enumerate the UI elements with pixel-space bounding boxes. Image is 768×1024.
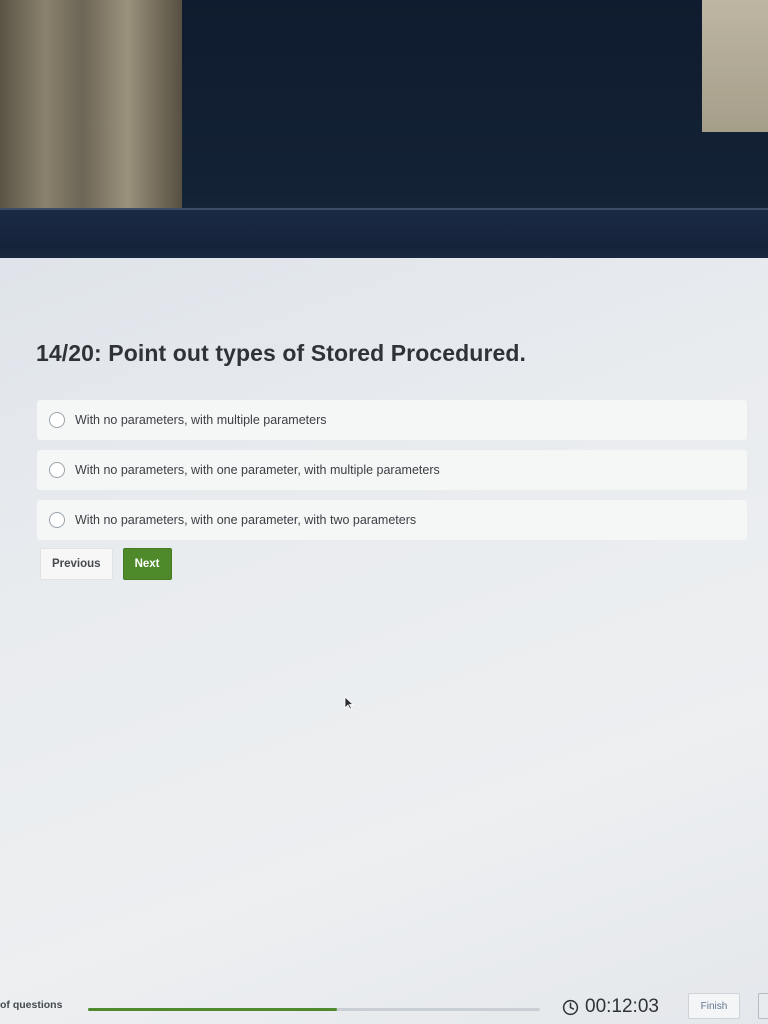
radio-unchecked-icon[interactable]	[49, 462, 65, 478]
answer-option-2[interactable]: With no parameters, with one parameter, …	[37, 450, 747, 490]
answer-option-1[interactable]: With no parameters, with multiple parame…	[37, 400, 747, 440]
background-curtain	[0, 0, 182, 212]
answer-options: With no parameters, with multiple parame…	[37, 400, 747, 550]
next-button[interactable]: Next	[122, 548, 172, 580]
answer-option-3[interactable]: With no parameters, with one parameter, …	[37, 500, 747, 540]
timer-value: 00:12:03	[585, 996, 659, 1017]
photo-background	[0, 0, 768, 270]
questions-progress-label: of questions	[0, 999, 63, 1011]
questions-progress-fill	[88, 1008, 337, 1011]
edge-control-button[interactable]	[758, 993, 768, 1019]
answer-option-label: With no parameters, with one parameter, …	[75, 513, 417, 527]
previous-button[interactable]: Previous	[40, 548, 113, 580]
background-wall-panel	[702, 0, 768, 132]
radio-unchecked-icon[interactable]	[49, 412, 65, 428]
questions-progress-bar	[88, 1008, 540, 1011]
quiz-footer: of questions 00:12:03 Finish	[0, 988, 768, 1024]
quiz-screen: 14/20: Point out types of Stored Procedu…	[0, 258, 768, 1024]
radio-unchecked-icon[interactable]	[49, 512, 65, 528]
question-navigation: Previous Next	[40, 548, 172, 580]
answer-option-label: With no parameters, with multiple parame…	[75, 413, 327, 427]
mouse-pointer-icon	[344, 696, 354, 710]
finish-button[interactable]: Finish	[688, 993, 740, 1019]
answer-option-label: With no parameters, with one parameter, …	[75, 463, 440, 477]
clock-icon	[562, 999, 579, 1015]
timer: 00:12:03	[562, 996, 659, 1018]
question-title: 14/20: Point out types of Stored Procedu…	[36, 340, 527, 366]
